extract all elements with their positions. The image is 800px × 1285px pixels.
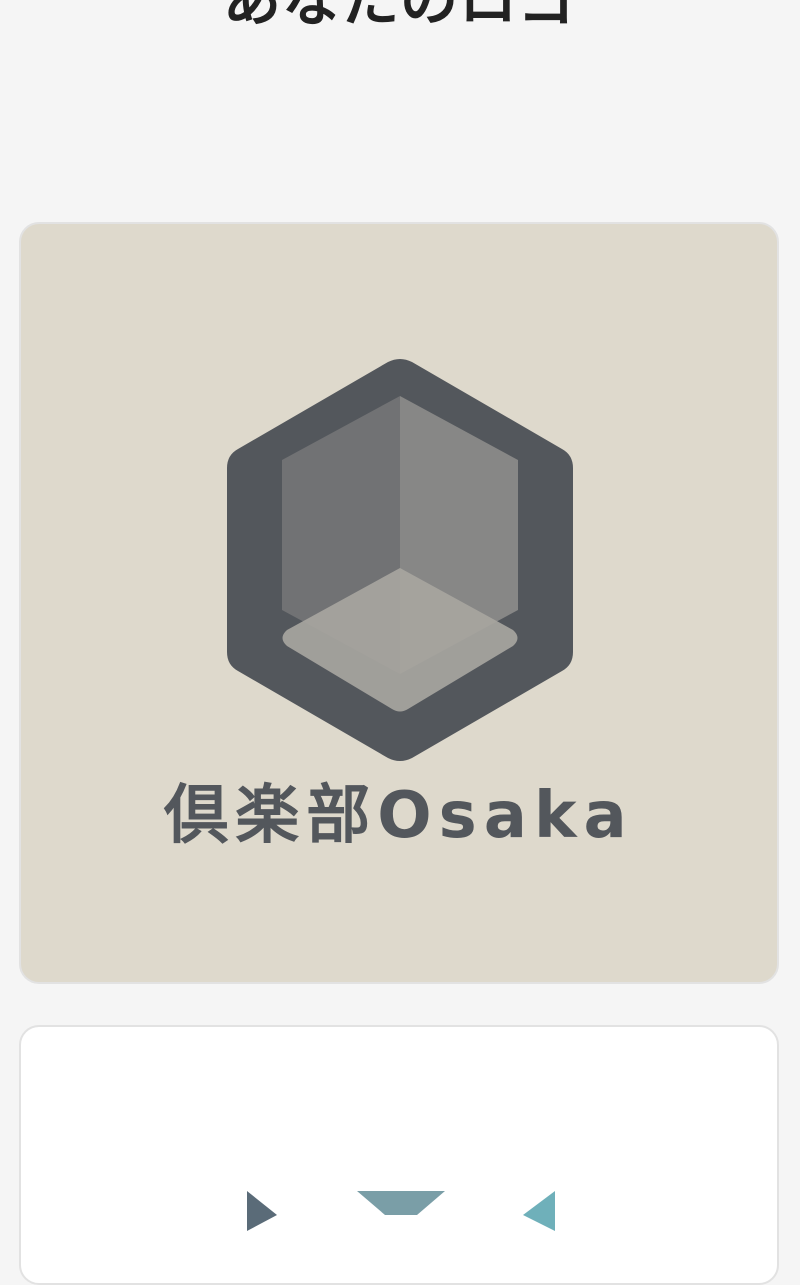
logo-card[interactable]: 倶楽部Osaka [19,222,779,984]
page-title: あなたのロゴ [222,0,577,34]
mark-shape-left [247,1191,277,1231]
geometric-mark-icon [247,1191,555,1231]
logo-card[interactable] [19,1025,779,1285]
hexagon-cube-icon [227,359,573,761]
mark-shape-middle [357,1191,445,1215]
mark-shape-right [523,1191,555,1231]
logo-wordmark: 倶楽部Osaka [164,779,634,853]
